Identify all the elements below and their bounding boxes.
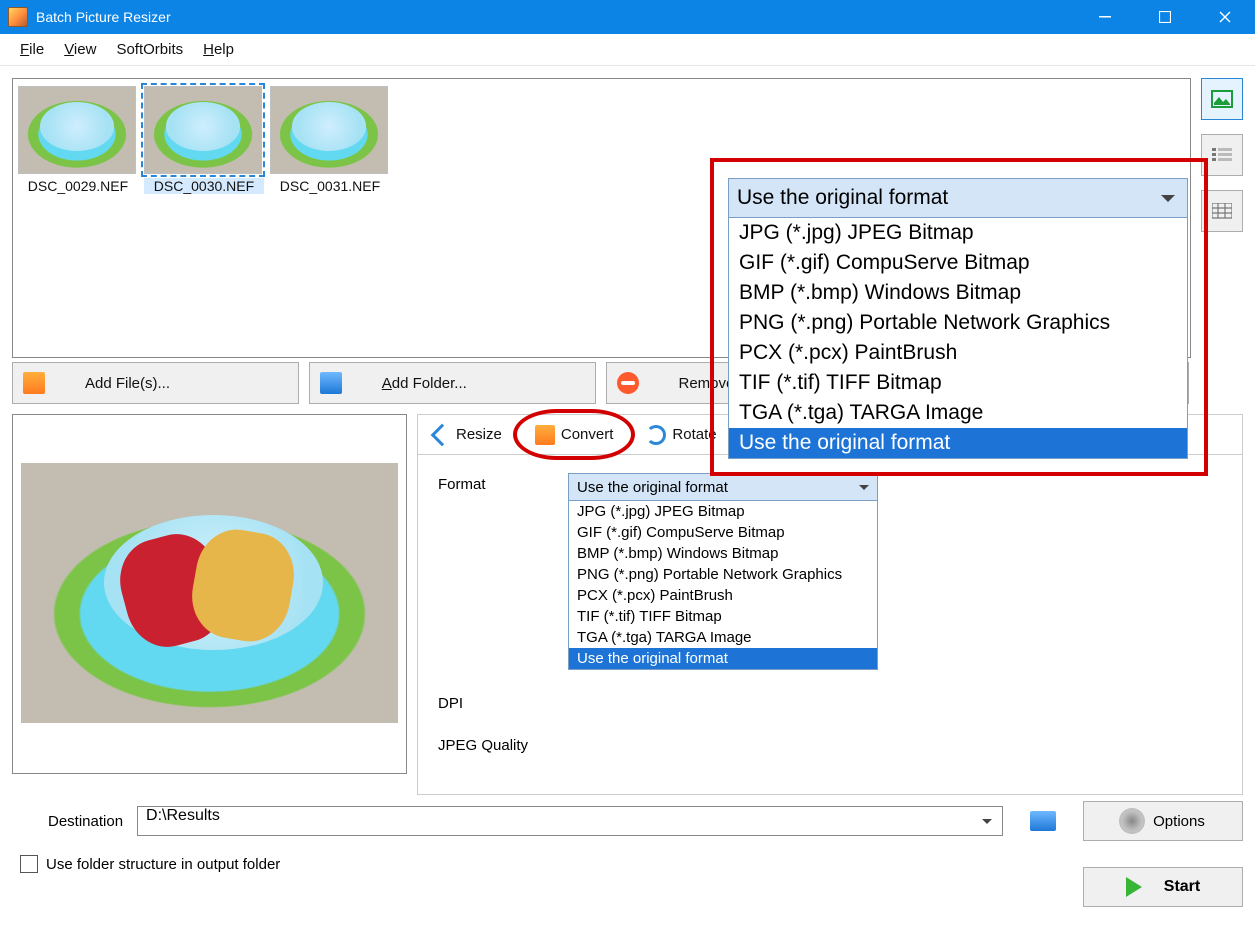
- format-select-zoom-list: JPG (*.jpg) JPEG Bitmap GIF (*.gif) Comp…: [728, 218, 1188, 459]
- format-select-value[interactable]: Use the original format: [568, 473, 878, 501]
- tab-label: Resize: [456, 426, 502, 443]
- view-thumbnails-button[interactable]: [1201, 78, 1243, 120]
- destination-label: Destination: [48, 813, 123, 830]
- app-title: Batch Picture Resizer: [36, 9, 1075, 25]
- use-folder-structure-checkbox[interactable]: [20, 855, 38, 873]
- destination-input[interactable]: D:\Results: [137, 806, 1003, 836]
- tab-rotate[interactable]: Rotate: [630, 415, 733, 454]
- image-icon: [23, 372, 45, 394]
- checkbox-label: Use folder structure in output folder: [46, 856, 280, 873]
- format-label: Format: [438, 473, 568, 493]
- tab-resize[interactable]: Resize: [418, 415, 519, 454]
- button-label: Start: [1164, 878, 1200, 896]
- jpeg-quality-label: JPEG Quality: [438, 734, 568, 754]
- format-option[interactable]: TIF (*.tif) TIFF Bitmap: [729, 368, 1187, 398]
- menubar: File View SoftOrbits Help: [0, 34, 1255, 66]
- folder-icon: [1030, 811, 1056, 831]
- add-files-button[interactable]: Add File(s)...: [12, 362, 299, 404]
- add-folder-button[interactable]: Add Folder...: [309, 362, 596, 404]
- app-icon: [8, 7, 28, 27]
- tab-label: Rotate: [672, 426, 716, 443]
- format-option[interactable]: PNG (*.png) Portable Network Graphics: [729, 308, 1187, 338]
- tab-label: Convert: [561, 426, 614, 443]
- maximize-button[interactable]: [1135, 0, 1195, 34]
- tabs-pane: Resize Convert Rotate Format Use the ori…: [417, 414, 1243, 795]
- play-icon: [1126, 877, 1152, 897]
- format-option[interactable]: BMP (*.bmp) Windows Bitmap: [729, 278, 1187, 308]
- format-option[interactable]: TIF (*.tif) TIFF Bitmap: [569, 606, 877, 627]
- start-button[interactable]: Start: [1083, 867, 1243, 907]
- rotate-icon: [646, 425, 666, 445]
- format-select-zoom: Use the original format JPG (*.jpg) JPEG…: [728, 178, 1188, 459]
- minimize-button[interactable]: [1075, 0, 1135, 34]
- resize-icon: [431, 423, 454, 446]
- close-button[interactable]: [1195, 0, 1255, 34]
- format-option[interactable]: JPG (*.jpg) JPEG Bitmap: [729, 218, 1187, 248]
- format-option[interactable]: BMP (*.bmp) Windows Bitmap: [569, 543, 877, 564]
- dpi-label: DPI: [438, 692, 568, 712]
- format-option[interactable]: JPG (*.jpg) JPEG Bitmap: [569, 501, 877, 522]
- format-option[interactable]: PCX (*.pcx) PaintBrush: [729, 338, 1187, 368]
- tab-convert[interactable]: Convert: [519, 415, 631, 454]
- format-option[interactable]: GIF (*.gif) CompuServe Bitmap: [729, 248, 1187, 278]
- destination-browse-button[interactable]: [1023, 806, 1063, 836]
- view-details-button[interactable]: [1201, 190, 1243, 232]
- menu-softorbits[interactable]: SoftOrbits: [106, 37, 193, 62]
- thumbnail-label: DSC_0031.NEF: [270, 178, 390, 194]
- preview-pane: [12, 414, 407, 774]
- menu-help[interactable]: Help: [193, 37, 244, 62]
- view-list-button[interactable]: [1201, 134, 1243, 176]
- thumbnail[interactable]: DSC_0031.NEF: [270, 84, 390, 194]
- side-toolbar: [1201, 78, 1243, 358]
- destination-value: D:\Results: [146, 807, 220, 824]
- gear-icon: [1121, 810, 1143, 832]
- titlebar: Batch Picture Resizer: [0, 0, 1255, 34]
- options-button[interactable]: Options: [1083, 801, 1243, 841]
- format-select-zoom-value[interactable]: Use the original format: [728, 178, 1188, 218]
- button-label: Options: [1153, 813, 1205, 830]
- menu-file[interactable]: File: [10, 37, 54, 62]
- format-option[interactable]: Use the original format: [729, 428, 1187, 458]
- folder-icon: [320, 372, 342, 394]
- button-label: Add File(s)...: [85, 375, 170, 392]
- format-option[interactable]: TGA (*.tga) TARGA Image: [569, 627, 877, 648]
- format-option[interactable]: PCX (*.pcx) PaintBrush: [569, 585, 877, 606]
- remove-icon: [617, 372, 639, 394]
- thumbnail-label: DSC_0030.NEF: [144, 178, 264, 194]
- format-option[interactable]: PNG (*.png) Portable Network Graphics: [569, 564, 877, 585]
- format-option[interactable]: GIF (*.gif) CompuServe Bitmap: [569, 522, 877, 543]
- thumbnail[interactable]: DSC_0030.NEF: [144, 84, 264, 194]
- format-option[interactable]: Use the original format: [569, 648, 877, 669]
- thumbnail-label: DSC_0029.NEF: [18, 178, 138, 194]
- format-select-list: JPG (*.jpg) JPEG Bitmap GIF (*.gif) Comp…: [568, 501, 878, 670]
- format-select[interactable]: Use the original format JPG (*.jpg) JPEG…: [568, 473, 878, 670]
- menu-view[interactable]: View: [54, 37, 106, 62]
- preview-image: [21, 463, 398, 723]
- image-icon: [535, 425, 555, 445]
- format-option[interactable]: TGA (*.tga) TARGA Image: [729, 398, 1187, 428]
- thumbnail[interactable]: DSC_0029.NEF: [18, 84, 138, 194]
